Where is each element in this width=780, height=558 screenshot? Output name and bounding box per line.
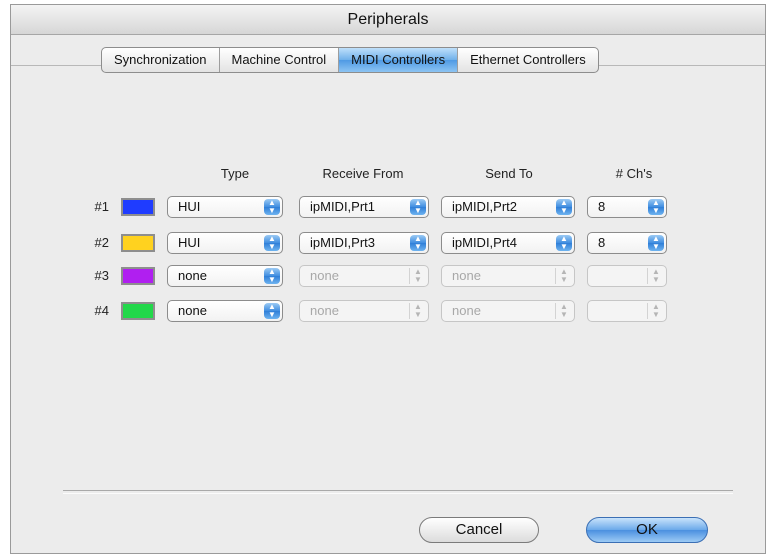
popup-arrows-icon: ▲ ▼	[556, 199, 572, 215]
row-3-label: #3	[94, 268, 109, 283]
row-2-receive-value: ipMIDI,Prt3	[310, 235, 376, 250]
row-1-channels-value: 8	[598, 199, 606, 214]
popup-arrows-icon: ▲ ▼	[410, 199, 426, 215]
popup-arrows-icon: ▲ ▼	[647, 303, 664, 319]
row-1-receive-popup[interactable]: ipMIDI,Prt1 ▲ ▼	[299, 196, 429, 218]
row-1-color-swatch[interactable]	[121, 198, 155, 216]
popup-arrows-icon: ▲ ▼	[264, 235, 280, 251]
row-4-type-value: none	[178, 303, 207, 318]
popup-arrows-icon: ▲ ▼	[264, 303, 280, 319]
row-2-send-popup[interactable]: ipMIDI,Prt4 ▲ ▼	[441, 232, 575, 254]
popup-arrows-icon: ▲ ▼	[555, 268, 572, 284]
tab-midi-controllers[interactable]: MIDI Controllers	[339, 48, 459, 72]
peripherals-window: Peripherals Synchronization Machine Cont…	[10, 4, 766, 554]
popup-arrows-icon: ▲ ▼	[409, 268, 426, 284]
row-1-type-popup[interactable]: HUI ▲ ▼	[167, 196, 283, 218]
row-4-type-popup[interactable]: none ▲ ▼	[167, 300, 283, 322]
popup-arrows-icon: ▲ ▼	[555, 303, 572, 319]
tab-machine-control[interactable]: Machine Control	[220, 48, 340, 72]
ok-button[interactable]: OK	[586, 517, 708, 543]
cancel-button[interactable]: Cancel	[419, 517, 539, 543]
row-1-send-popup[interactable]: ipMIDI,Prt2 ▲ ▼	[441, 196, 575, 218]
row-1-send-value: ipMIDI,Prt2	[452, 199, 518, 214]
popup-arrows-icon: ▲ ▼	[264, 268, 280, 284]
row-1-channels-popup[interactable]: 8 ▲ ▼	[587, 196, 667, 218]
popup-arrows-icon: ▲ ▼	[556, 235, 572, 251]
row-2-channels-value: 8	[598, 235, 606, 250]
popup-arrows-icon: ▲ ▼	[410, 235, 426, 251]
row-3-channels-popup: ▲ ▼	[587, 265, 667, 287]
row-3-color-swatch[interactable]	[121, 267, 155, 285]
row-3-type-popup[interactable]: none ▲ ▼	[167, 265, 283, 287]
column-header-channels: # Ch's	[615, 166, 653, 181]
row-3-receive-popup: none ▲ ▼	[299, 265, 429, 287]
popup-arrows-icon: ▲ ▼	[648, 235, 664, 251]
row-3-type-value: none	[178, 268, 207, 283]
column-header-send-to: Send To	[485, 166, 533, 181]
row-4-send-popup: none ▲ ▼	[441, 300, 575, 322]
row-4-receive-value: none	[310, 303, 339, 318]
row-2-receive-popup[interactable]: ipMIDI,Prt3 ▲ ▼	[299, 232, 429, 254]
window-title: Peripherals	[11, 5, 765, 35]
popup-arrows-icon: ▲ ▼	[264, 199, 280, 215]
row-3-send-value: none	[452, 268, 481, 283]
row-2-type-popup[interactable]: HUI ▲ ▼	[167, 232, 283, 254]
row-1-label: #1	[94, 199, 109, 214]
row-4-color-swatch[interactable]	[121, 302, 155, 320]
column-header-type: Type	[220, 166, 250, 181]
row-2-color-swatch[interactable]	[121, 234, 155, 252]
row-2-label: #2	[94, 235, 109, 250]
popup-arrows-icon: ▲ ▼	[648, 199, 664, 215]
bottom-separator	[63, 490, 733, 494]
row-4-channels-popup: ▲ ▼	[587, 300, 667, 322]
tab-synchronization[interactable]: Synchronization	[102, 48, 220, 72]
row-4-send-value: none	[452, 303, 481, 318]
row-1-receive-value: ipMIDI,Prt1	[310, 199, 376, 214]
row-2-channels-popup[interactable]: 8 ▲ ▼	[587, 232, 667, 254]
popup-arrows-icon: ▲ ▼	[647, 268, 664, 284]
tab-ethernet-controllers[interactable]: Ethernet Controllers	[458, 48, 598, 72]
row-4-receive-popup: none ▲ ▼	[299, 300, 429, 322]
row-2-type-value: HUI	[178, 235, 201, 250]
row-3-send-popup: none ▲ ▼	[441, 265, 575, 287]
row-2-send-value: ipMIDI,Prt4	[452, 235, 518, 250]
popup-arrows-icon: ▲ ▼	[409, 303, 426, 319]
column-header-receive-from: Receive From	[322, 166, 404, 181]
row-3-receive-value: none	[310, 268, 339, 283]
row-4-label: #4	[94, 303, 109, 318]
tab-bar: Synchronization Machine Control MIDI Con…	[101, 47, 599, 73]
row-1-type-value: HUI	[178, 199, 201, 214]
